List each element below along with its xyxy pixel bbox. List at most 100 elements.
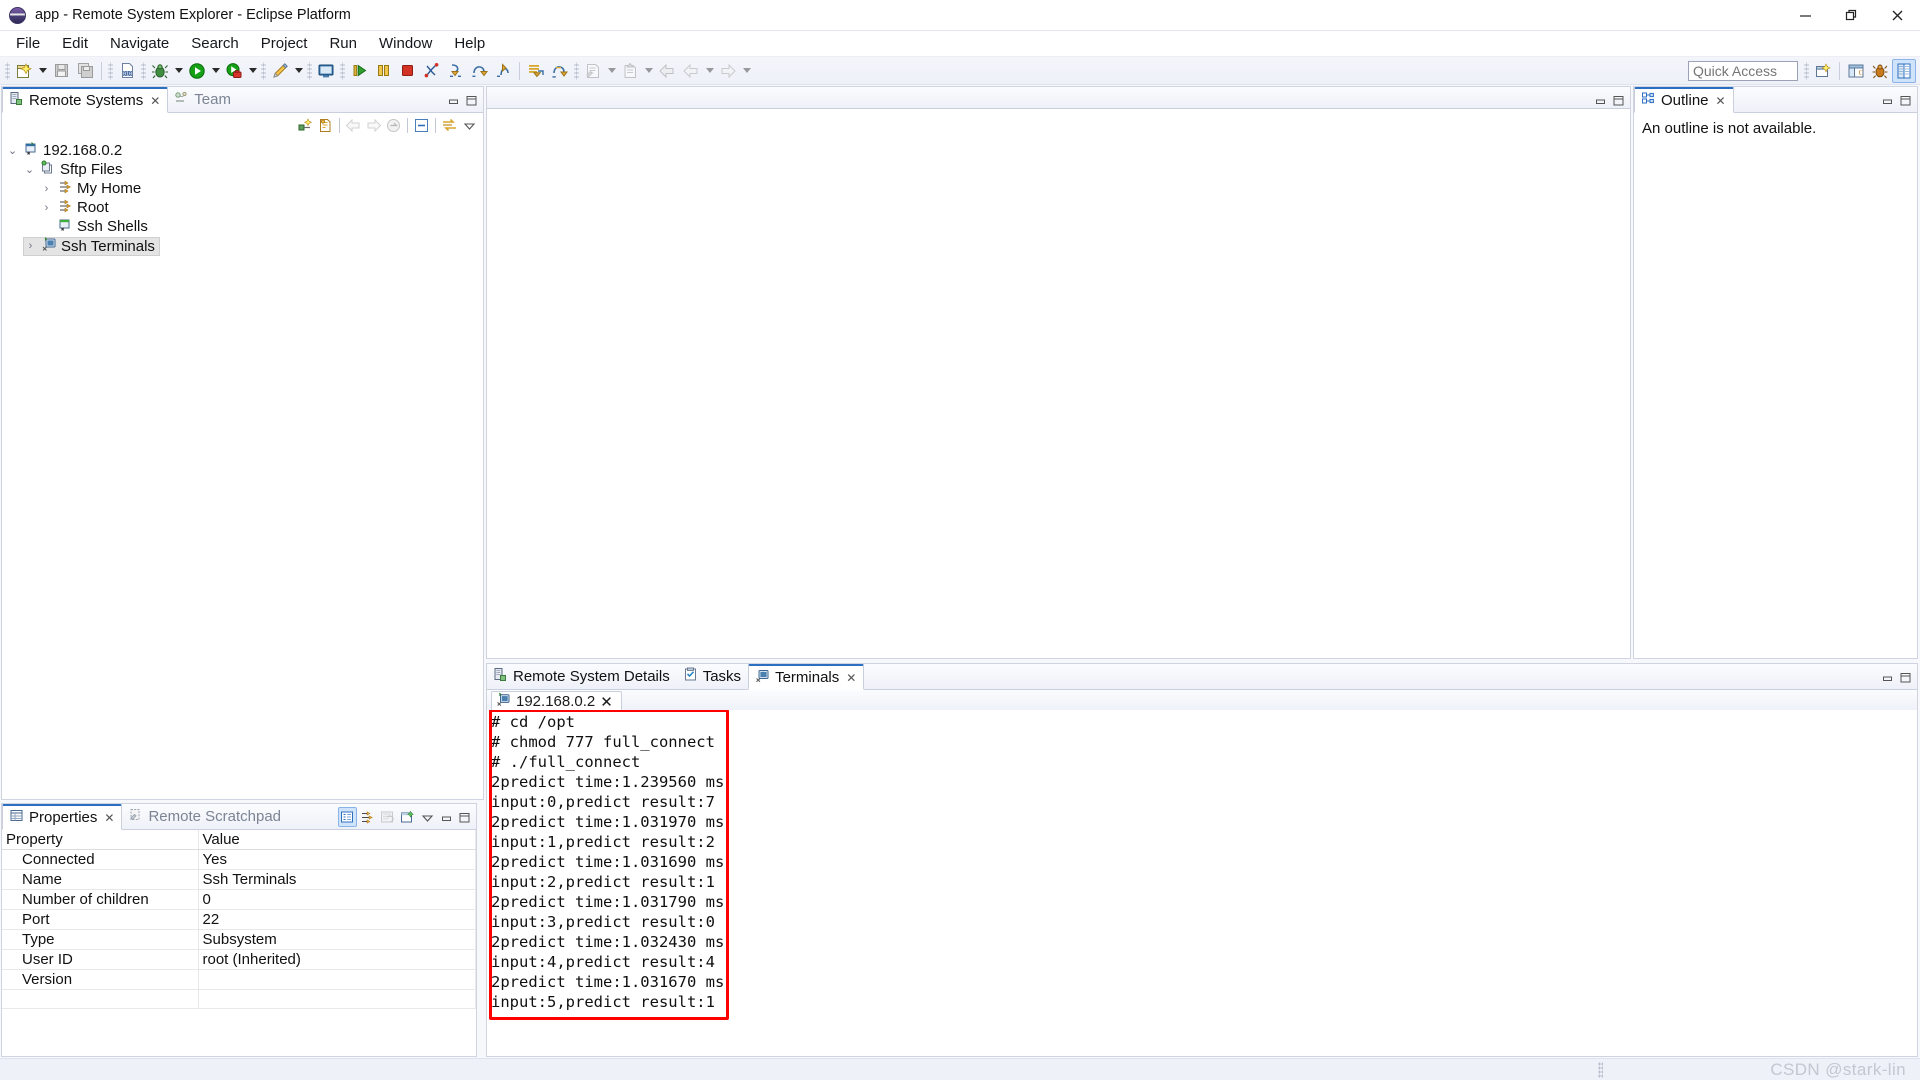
tab-tasks[interactable]: Tasks [677, 663, 748, 689]
new-wizard-icon[interactable] [12, 59, 36, 83]
menu-navigate[interactable]: Navigate [99, 32, 180, 56]
close-icon[interactable]: ✕ [600, 693, 613, 711]
menu-project[interactable]: Project [250, 32, 319, 56]
statusbar-grip[interactable] [1598, 1062, 1603, 1078]
close-button[interactable] [1874, 0, 1920, 31]
tree-node-my-home[interactable]: › My Home [6, 179, 483, 198]
disconnect-icon[interactable] [419, 59, 443, 83]
save-icon[interactable] [49, 59, 73, 83]
maximize-view-button[interactable] [463, 92, 480, 109]
editor-content[interactable] [487, 109, 1630, 658]
quick-access-input[interactable] [1688, 61, 1798, 81]
new-connection-icon[interactable] [296, 115, 315, 135]
terminal-tab-192-168-0-2[interactable]: 192.168.0.2 ✕ [491, 691, 622, 712]
instruction-stepping-icon[interactable] [524, 59, 548, 83]
menu-edit[interactable]: Edit [51, 32, 99, 56]
open-hex-file-icon[interactable]: 010 [115, 59, 139, 83]
tree-node-ssh-terminals[interactable]: › Ssh Terminals [23, 237, 160, 256]
run-icon[interactable] [185, 59, 209, 83]
chevron-right-icon[interactable]: › [40, 182, 53, 195]
minimize-view-button[interactable] [1879, 669, 1896, 686]
close-icon[interactable]: ✕ [1716, 94, 1726, 108]
go-into-icon[interactable] [384, 115, 403, 135]
tab-remote-systems[interactable]: Remote Systems ✕ [2, 87, 168, 113]
view-menu-icon[interactable] [460, 115, 479, 135]
forward-icon[interactable] [716, 59, 740, 83]
tab-outline[interactable]: Outline ✕ [1634, 87, 1734, 113]
table-row[interactable]: Port 22 [2, 910, 476, 930]
toolbar-grip[interactable] [574, 62, 579, 80]
chevron-right-icon[interactable]: › [40, 201, 53, 214]
menu-window[interactable]: Window [368, 32, 443, 56]
perspective-remote-system-explorer-icon[interactable] [1892, 59, 1916, 83]
tab-terminals[interactable]: Terminals ✕ [748, 664, 864, 690]
menu-file[interactable]: File [5, 32, 51, 56]
minimize-editor-button[interactable] [1592, 92, 1609, 109]
navigate-forward-icon[interactable] [364, 115, 383, 135]
close-icon[interactable]: ✕ [150, 94, 160, 108]
save-all-icon[interactable] [73, 59, 97, 83]
suspend-icon[interactable] [371, 59, 395, 83]
minimize-button[interactable] [1782, 0, 1828, 31]
minimize-view-button[interactable] [438, 809, 455, 826]
tab-team[interactable]: Team [168, 86, 238, 112]
close-icon[interactable]: ✕ [104, 811, 114, 825]
resume-icon[interactable] [347, 59, 371, 83]
maximize-editor-button[interactable] [1610, 92, 1627, 109]
menu-run[interactable]: Run [318, 32, 368, 56]
toolbar-grip[interactable] [141, 62, 146, 80]
navigate-back-icon[interactable] [344, 115, 363, 135]
toolbar-grip[interactable] [108, 62, 113, 80]
new-annotation-icon[interactable] [581, 59, 605, 83]
terminal-output-panel[interactable]: # cd /opt # chmod 777 full_connect # ./f… [487, 710, 1917, 1056]
link-with-editor-icon[interactable] [440, 115, 459, 135]
chevron-down-icon[interactable]: ⌄ [23, 163, 36, 176]
toolbar-grip[interactable] [340, 62, 345, 80]
minimize-view-button[interactable] [1879, 92, 1896, 109]
table-row[interactable] [2, 990, 476, 1009]
restore-button[interactable] [1828, 0, 1874, 31]
toolbar-grip[interactable] [261, 62, 266, 80]
open-console-icon[interactable] [314, 59, 338, 83]
toolbar-grip[interactable] [1804, 62, 1809, 80]
build-dropdown-icon[interactable] [292, 59, 305, 83]
back-icon[interactable] [655, 59, 679, 83]
build-pencil-icon[interactable] [268, 59, 292, 83]
table-row[interactable]: Name Ssh Terminals [2, 870, 476, 890]
maximize-view-button[interactable] [456, 809, 473, 826]
table-row[interactable]: Connected Yes [2, 850, 476, 870]
show-categories-icon[interactable] [338, 807, 357, 827]
tab-properties[interactable]: Properties ✕ [2, 804, 122, 830]
step-return-icon[interactable] [491, 59, 515, 83]
tree-node-root[interactable]: › Root [6, 198, 483, 217]
copy-connection-icon[interactable] [316, 115, 335, 135]
maximize-view-button[interactable] [1897, 669, 1914, 686]
chevron-down-icon[interactable]: ⌄ [6, 144, 19, 157]
perspective-debug-icon[interactable] [1868, 59, 1892, 83]
table-row[interactable]: User ID root (Inherited) [2, 950, 476, 970]
minimize-view-button[interactable] [445, 92, 462, 109]
chevron-right-icon[interactable]: › [24, 240, 37, 253]
new-property-sheet-icon[interactable] [398, 807, 417, 827]
table-row[interactable]: Version [2, 970, 476, 990]
step-into-icon[interactable] [443, 59, 467, 83]
back-plain-icon[interactable] [679, 59, 703, 83]
external-tools-icon[interactable] [222, 59, 246, 83]
external-tools-dropdown-icon[interactable] [246, 59, 259, 83]
step-over-source-icon[interactable] [548, 59, 572, 83]
table-row[interactable]: Number of children 0 [2, 890, 476, 910]
maximize-view-button[interactable] [1897, 92, 1914, 109]
debug-icon[interactable] [148, 59, 172, 83]
table-row[interactable]: Type Subsystem [2, 930, 476, 950]
toolbar-grip[interactable] [307, 62, 312, 80]
open-perspective-icon[interactable] [1811, 59, 1835, 83]
run-dropdown-icon[interactable] [209, 59, 222, 83]
view-menu-icon[interactable] [418, 807, 437, 827]
terminate-icon[interactable] [395, 59, 419, 83]
forward-dropdown-icon[interactable] [740, 59, 753, 83]
restore-default-value-icon[interactable] [378, 807, 397, 827]
tab-remote-scratchpad[interactable]: Remote Scratchpad [122, 803, 288, 829]
toolbar-grip[interactable] [5, 62, 10, 80]
tab-remote-system-details[interactable]: Remote System Details [487, 663, 677, 689]
collapse-all-icon[interactable] [412, 115, 431, 135]
